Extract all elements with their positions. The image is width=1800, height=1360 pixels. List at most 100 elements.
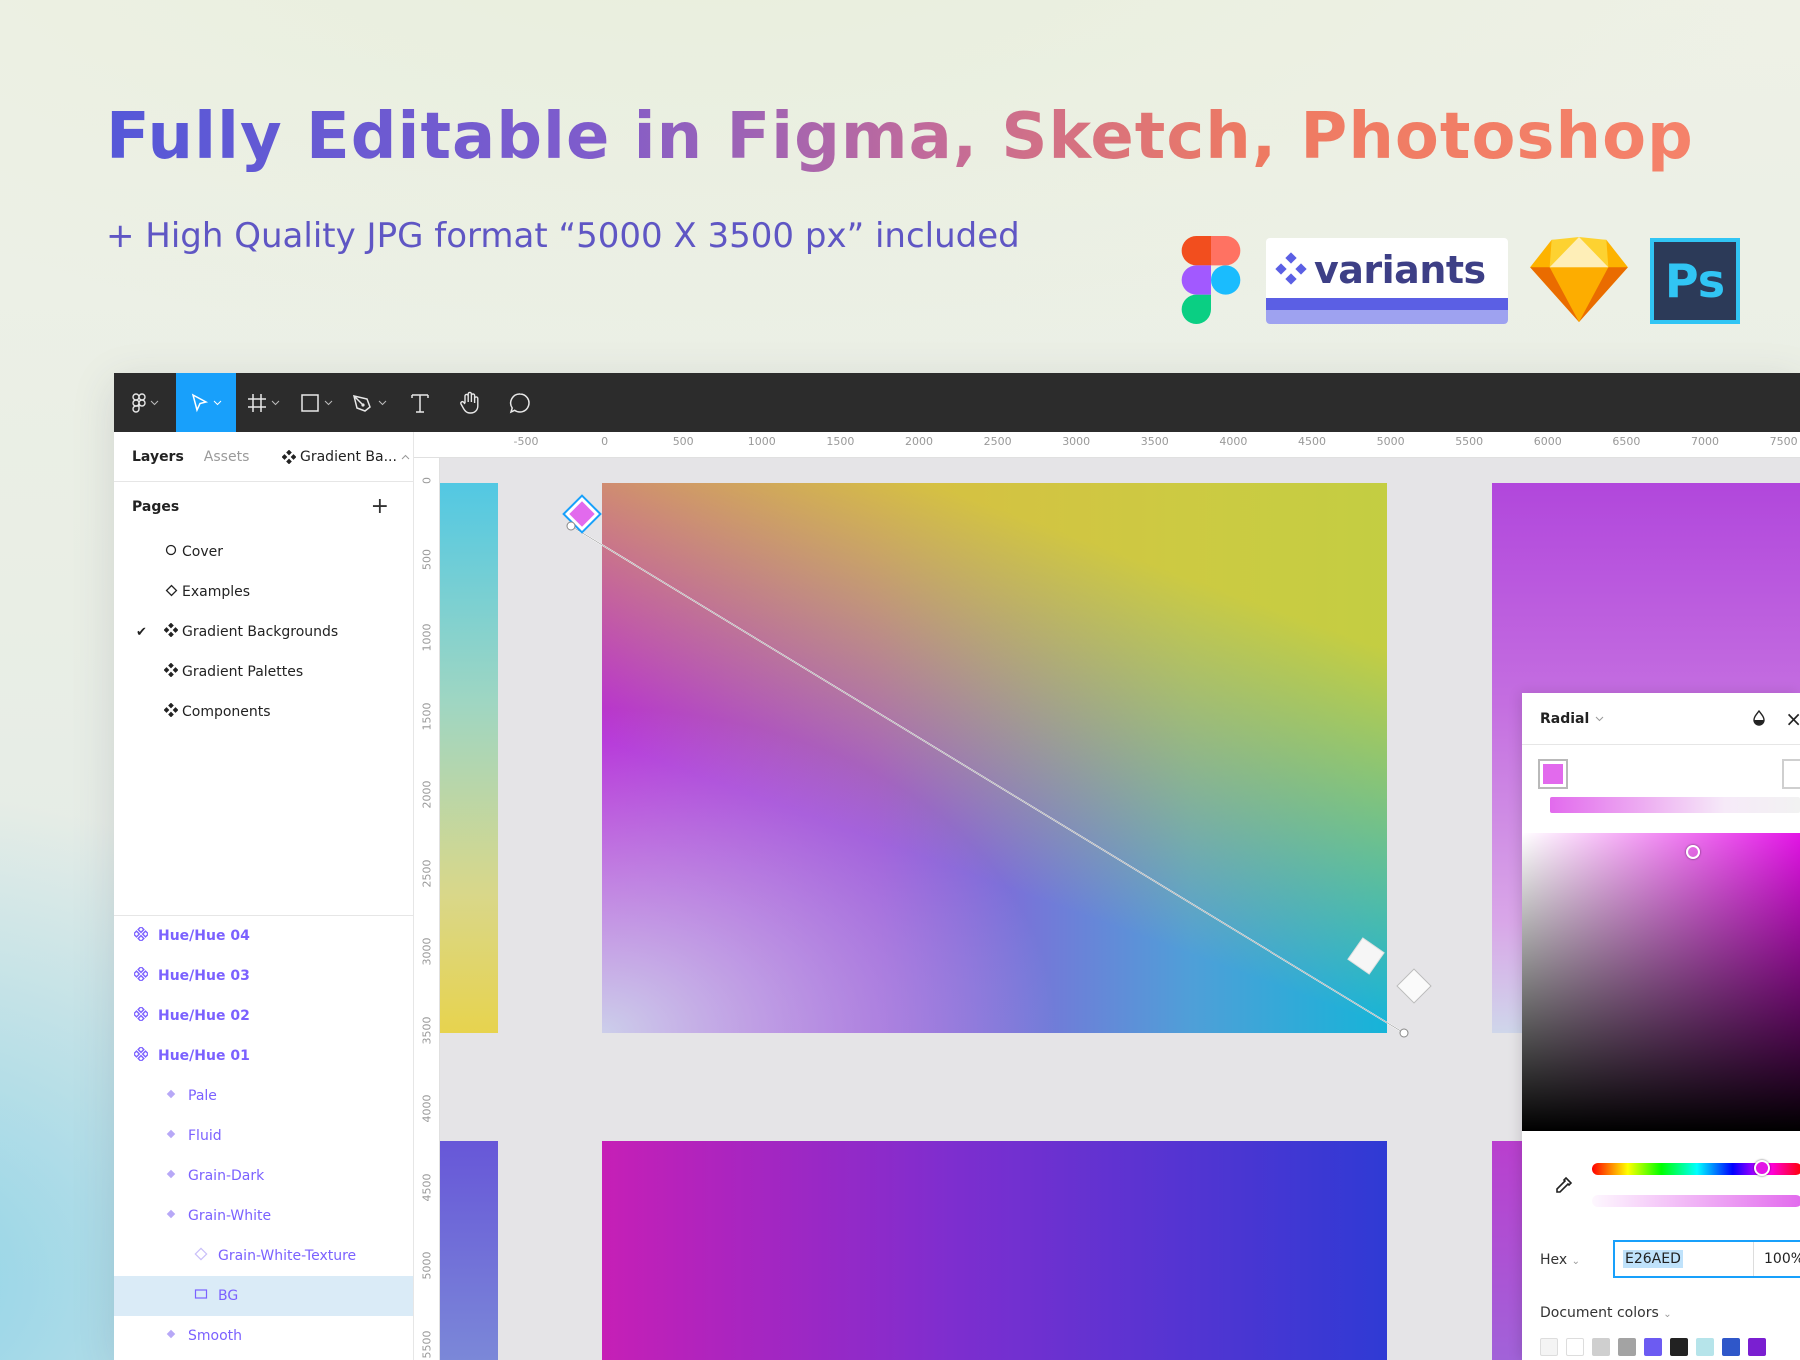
hex-value: E26AED <box>1623 1250 1683 1268</box>
tab-assets[interactable]: Assets <box>204 449 250 465</box>
page-item[interactable]: Components <box>114 692 413 732</box>
gradient-stop-end[interactable] <box>1782 759 1800 789</box>
layer-item-label: Pale <box>188 1088 217 1104</box>
layer-item[interactable]: Hue/Hue 02 <box>114 996 413 1036</box>
figma-menu-icon <box>131 392 146 413</box>
component-icon <box>163 622 179 641</box>
ruler-tick: 4500 <box>420 1173 434 1201</box>
close-icon[interactable]: × <box>1785 707 1800 731</box>
frame-tool-button[interactable] <box>236 373 290 432</box>
ruler-tick: 2500 <box>983 435 1012 448</box>
saturation-brightness-field[interactable] <box>1522 833 1800 1131</box>
color-swatch[interactable] <box>1722 1338 1740 1356</box>
chevron-down-icon <box>1595 716 1604 721</box>
color-swatch[interactable] <box>1644 1338 1662 1356</box>
page-item[interactable]: Examples <box>114 572 413 612</box>
saturation-knob[interactable] <box>1686 845 1700 859</box>
component-icon <box>132 925 150 945</box>
component-icon <box>132 965 150 985</box>
pen-tool-button[interactable] <box>342 373 396 432</box>
hex-input[interactable]: E26AED 100% <box>1613 1240 1800 1278</box>
ruler-tick: -500 <box>513 435 539 448</box>
hue-slider-knob[interactable] <box>1754 1160 1770 1176</box>
layer-item[interactable]: Pale <box>114 1076 413 1116</box>
tab-layers[interactable]: Layers <box>132 449 184 465</box>
hex-row: Hex ⌄ E26AED 100% <box>1522 1238 1800 1282</box>
layer-item-label: Smooth <box>188 1328 243 1344</box>
chevron-down-icon <box>271 400 279 405</box>
ruler-tick: 5000 <box>420 1251 434 1280</box>
chevron-down-icon <box>378 400 386 405</box>
blend-mode-icon[interactable] <box>1752 710 1766 726</box>
layer-item[interactable]: Grain-White-Texture <box>114 1236 413 1276</box>
page-item[interactable]: ✔ Gradient Backgrounds <box>114 612 413 652</box>
color-swatch[interactable] <box>1618 1338 1636 1356</box>
gradient-stop-start[interactable] <box>1538 759 1568 789</box>
layer-item[interactable]: Hue/Hue 03 <box>114 956 413 996</box>
ruler-tick: 0 <box>420 477 434 484</box>
page-selector[interactable]: Gradient Ba... <box>282 449 410 465</box>
ruler-tick: 500 <box>672 435 694 448</box>
page-item-label: Gradient Backgrounds <box>182 624 339 640</box>
gradient-handle-overlay[interactable] <box>440 458 1440 1098</box>
ruler-tick: 2500 <box>420 859 434 887</box>
layer-item[interactable]: Fluid <box>114 1116 413 1156</box>
move-tool-button[interactable] <box>176 373 236 432</box>
color-swatch[interactable] <box>1592 1338 1610 1356</box>
comment-tool-button[interactable] <box>496 373 544 432</box>
page-item[interactable]: Gradient Palettes <box>114 652 413 692</box>
pages-list: Cover Examples ✔ Gradient Backgrounds Gradie… <box>114 532 413 732</box>
ps-text: Ps <box>1664 254 1726 308</box>
gradient-preview-bar[interactable] <box>1550 797 1800 813</box>
color-swatch[interactable] <box>1748 1338 1766 1356</box>
variants-text: variants <box>1314 248 1486 292</box>
instance-icon <box>162 1128 180 1144</box>
hero-subline: + High Quality JPG format “5000 X 3500 p… <box>106 216 1020 256</box>
rectangle-icon <box>192 1288 210 1304</box>
layer-item[interactable]: Hue/Hue 01 <box>114 1036 413 1076</box>
circle-icon <box>164 544 178 560</box>
hand-tool-button[interactable] <box>444 373 496 432</box>
component-icon <box>163 662 179 681</box>
instance-icon <box>162 1168 180 1184</box>
color-format-select[interactable]: Hex ⌄ <box>1540 1252 1580 1268</box>
opacity-input[interactable]: 100% <box>1753 1242 1800 1276</box>
layer-item[interactable]: Hue/Hue 04 <box>114 916 413 956</box>
frame-tool-icon <box>247 393 266 412</box>
gradient-mid-handle[interactable] <box>1347 937 1385 975</box>
color-swatch[interactable] <box>1566 1338 1584 1356</box>
instance-icon <box>162 1208 180 1224</box>
figma-menu-button[interactable] <box>114 373 176 432</box>
instance-icon <box>162 1328 180 1344</box>
document-color-swatches <box>1540 1338 1766 1356</box>
color-picker-header: Radial × <box>1522 693 1800 745</box>
layer-item[interactable]: BG <box>114 1276 413 1316</box>
opacity-slider[interactable] <box>1592 1195 1800 1207</box>
color-swatch[interactable] <box>1670 1338 1688 1356</box>
add-page-icon[interactable]: + <box>371 494 389 519</box>
ruler-horizontal: -500 0 500 1000 1500 2000 2500 3000 3500 4000 4500… <box>414 432 1800 458</box>
rectangle-tool-button[interactable] <box>290 373 342 432</box>
ruler-tick: 1500 <box>826 435 855 448</box>
eyedropper-icon[interactable] <box>1552 1175 1574 1197</box>
layer-item[interactable]: Grain-Dark <box>114 1156 413 1196</box>
ruler-tick: 1000 <box>747 435 776 448</box>
component-icon <box>132 1005 150 1025</box>
component-icon <box>132 1045 150 1065</box>
artboard-left-strip-bottom[interactable] <box>440 1141 498 1360</box>
check-icon: ✔ <box>136 624 147 640</box>
document-colors-select[interactable]: Document colors ⌄ <box>1540 1305 1672 1321</box>
layer-item-label: Hue/Hue 02 <box>158 1008 250 1024</box>
color-swatch[interactable] <box>1540 1338 1558 1356</box>
ruler-tick: 3500 <box>1140 435 1169 448</box>
layer-item[interactable]: Grain-White <box>114 1196 413 1236</box>
text-tool-button[interactable] <box>396 373 444 432</box>
page-selector-label: Gradient Ba... <box>300 448 397 465</box>
color-swatch[interactable] <box>1696 1338 1714 1356</box>
ruler-tick: 1500 <box>420 702 434 730</box>
page-item[interactable]: Cover <box>114 532 413 572</box>
layer-item[interactable]: Smooth <box>114 1316 413 1356</box>
gradient-end-handle[interactable] <box>1396 968 1432 1004</box>
artboard-hue-bottom[interactable] <box>602 1141 1387 1360</box>
gradient-mode-select[interactable]: Radial <box>1540 711 1589 727</box>
